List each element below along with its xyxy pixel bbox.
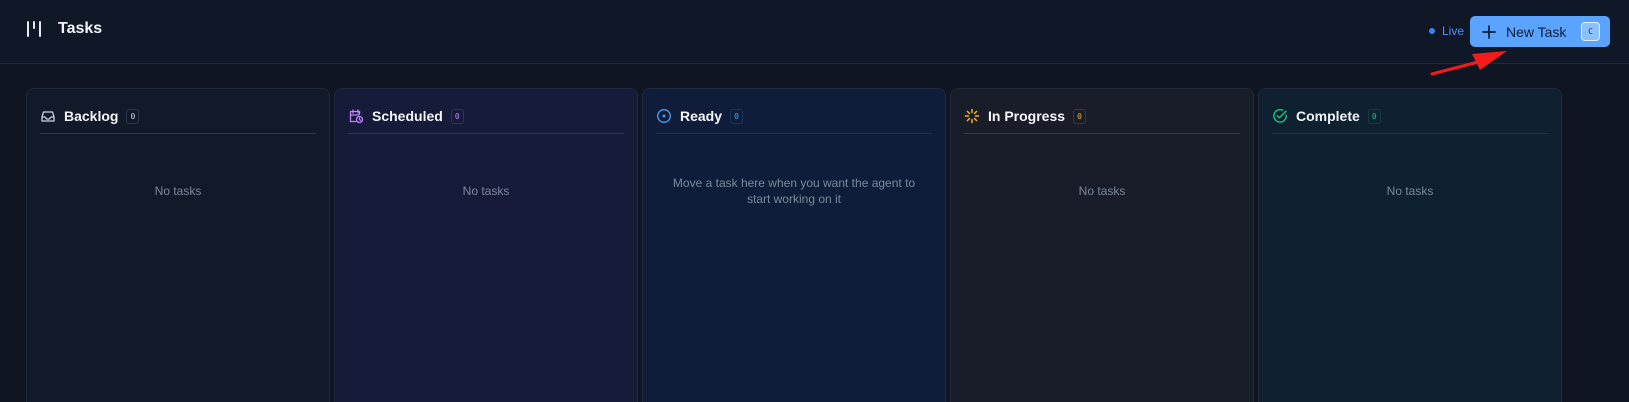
calendar-clock-icon <box>349 109 364 124</box>
plus-icon <box>1482 24 1496 39</box>
top-bar: Tasks Live New Task C <box>0 0 1629 64</box>
target-circle-icon <box>657 109 671 123</box>
empty-state: No tasks <box>1386 184 1434 198</box>
column-header: Backlog 0 <box>40 99 316 133</box>
column-scheduled: Scheduled 0 No tasks <box>334 88 638 402</box>
column-header: Ready 0 <box>656 99 932 133</box>
empty-state: No tasks <box>154 184 202 198</box>
live-status-label: Live <box>1442 24 1465 38</box>
column-title: Scheduled <box>372 108 443 124</box>
column-header: In Progress 0 <box>964 99 1240 133</box>
spinner-icon <box>964 108 980 124</box>
new-task-button[interactable]: New Task C <box>1470 16 1610 47</box>
column-title: Complete <box>1296 108 1360 124</box>
column-divider <box>348 133 624 134</box>
column-backlog: Backlog 0 No tasks <box>26 88 330 402</box>
inbox-icon <box>41 111 55 122</box>
task-count-badge: 0 <box>1073 108 1087 124</box>
column-header: Scheduled 0 <box>348 99 624 133</box>
red-arrow-icon <box>1430 51 1507 76</box>
live-dot-icon <box>1429 28 1435 34</box>
task-count-badge: 0 <box>450 108 464 124</box>
brand: Tasks <box>26 18 102 40</box>
empty-state: Move a task here when you want the agent… <box>672 176 916 206</box>
column-title: Backlog <box>64 108 119 124</box>
kanban-board-icon <box>27 21 41 37</box>
tasks-app: Tasks Live New Task C Backlog 0 No tasks <box>0 0 1629 402</box>
page-title: Tasks <box>58 20 103 37</box>
column-divider <box>1272 133 1548 134</box>
column-complete: Complete 0 No tasks <box>1258 88 1562 402</box>
column-divider <box>964 133 1240 134</box>
new-task-label: New Task <box>1506 23 1567 40</box>
column-title: Ready <box>680 108 723 124</box>
empty-state: No tasks <box>462 184 510 198</box>
column-ready: Ready 0 Move a task here when you want t… <box>642 88 946 402</box>
column-title: In Progress <box>988 108 1066 124</box>
task-count-badge: 0 <box>1367 108 1381 124</box>
live-status: Live <box>1429 24 1464 38</box>
task-count-badge: 0 <box>730 108 744 124</box>
task-count-badge: 0 <box>126 108 140 124</box>
column-divider <box>656 133 932 134</box>
check-circle-icon <box>1273 109 1287 123</box>
column-header: Complete 0 <box>1272 99 1548 133</box>
column-divider <box>40 133 316 134</box>
column-in-progress: In Progress 0 No tasks <box>950 88 1254 402</box>
keyboard-shortcut-badge: C <box>1581 22 1600 41</box>
empty-state: No tasks <box>1078 184 1126 198</box>
